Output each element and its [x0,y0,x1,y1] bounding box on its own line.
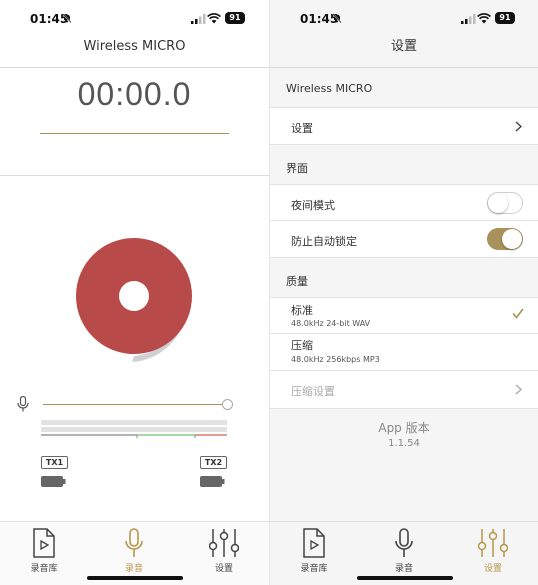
tab-record-label: 录音 [394,564,413,574]
settings-row-label: 设置 [291,122,313,135]
chevron-right-icon [515,384,522,395]
night-mode-row: 夜间模式 [270,184,538,221]
section-quality: 质量 [286,275,308,288]
device-name-label: Wireless MICRO [286,82,373,95]
section-divider [0,175,269,176]
level-meter-scale [41,434,227,438]
tx1-battery-icon [41,476,66,487]
settings-screen: 01:45 91 设置 Wireless MICRO 设置 界面 夜间模式 防止… [269,0,538,585]
gain-slider-knob[interactable] [222,399,233,410]
home-indicator [357,576,453,580]
level-meter-1 [41,420,227,425]
quality-compressed-row[interactable]: 压缩 48.0kHz 256kbps MP3 [270,334,538,371]
level-meter-2 [41,427,227,432]
library-icon [303,528,325,558]
tab-library[interactable]: 录音库 [284,528,344,574]
toggle-knob [502,229,522,249]
compression-settings-label: 压缩设置 [291,385,335,398]
tx2-battery-icon [200,476,225,487]
wifi-icon [207,13,221,24]
tx1-badge: TX1 [41,456,68,469]
recording-timer: 00:00.0 [77,76,192,112]
settings-sliders-icon [209,529,239,557]
library-icon [33,528,55,558]
section-interface: 界面 [286,162,308,175]
prevent-lock-label: 防止自动锁定 [291,235,357,248]
standard-desc: 48.0kHz 24-bit WAV [291,319,371,328]
night-mode-label: 夜间模式 [291,199,335,212]
wifi-icon [477,13,491,24]
tab-settings-label: 设置 [483,564,502,574]
input-gain-row [17,396,237,412]
settings-row[interactable]: 设置 [270,107,538,145]
mic-icon [17,396,29,412]
tab-record[interactable]: 录音 [374,528,434,574]
status-bar: 01:45 91 [270,0,538,36]
bell-slash-icon [332,13,342,23]
prevent-lock-row: 防止自动锁定 [270,221,538,258]
timer-underline [40,133,229,134]
compressed-desc: 48.0kHz 256kbps MP3 [291,355,380,364]
record-button[interactable] [74,236,204,364]
home-indicator [87,576,183,580]
tx2-badge: TX2 [200,456,227,469]
signal-icon [461,14,476,24]
standard-label: 标准 [291,304,313,317]
quality-standard-row[interactable]: 标准 48.0kHz 24-bit WAV [270,297,538,334]
status-bar: 01:45 91 [0,0,269,36]
settings-sliders-icon [478,529,508,557]
page-title: Wireless MICRO [83,39,186,54]
page-title: 设置 [270,36,538,67]
tab-record-label: 录音 [124,564,143,574]
tab-record[interactable]: 录音 [104,528,164,574]
night-mode-toggle[interactable] [487,192,523,214]
tab-settings[interactable]: 设置 [463,528,523,574]
header-divider [270,67,538,68]
app-version-label: App 版本 [378,421,430,435]
toggle-knob [488,193,508,213]
tab-bar: 录音库 录音 设置 [0,521,269,585]
header-divider [0,67,269,68]
bell-slash-icon [62,13,72,23]
compression-settings-row[interactable]: 压缩设置 [270,371,538,409]
signal-icon [191,14,206,24]
tab-settings-label: 设置 [214,564,233,574]
recorder-screen: 01:45 91 Wireless MICRO 00:00.0 TX1 TX2 … [0,0,269,585]
tab-library-label: 录音库 [300,564,328,574]
chevron-right-icon [515,121,522,132]
mic-icon [125,528,143,557]
prevent-lock-toggle[interactable] [487,228,523,250]
tab-bar: 录音库 录音 设置 [270,521,538,585]
gain-slider-track[interactable] [43,404,226,405]
app-version-number: 1.1.54 [388,438,420,449]
checkmark-icon [512,308,524,319]
battery-indicator: 91 [495,12,515,24]
compressed-label: 压缩 [291,339,313,352]
tab-library[interactable]: 录音库 [14,528,74,574]
mic-icon [395,528,413,557]
tab-library-label: 录音库 [30,564,58,574]
tab-settings[interactable]: 设置 [194,528,254,574]
battery-indicator: 91 [225,12,245,24]
